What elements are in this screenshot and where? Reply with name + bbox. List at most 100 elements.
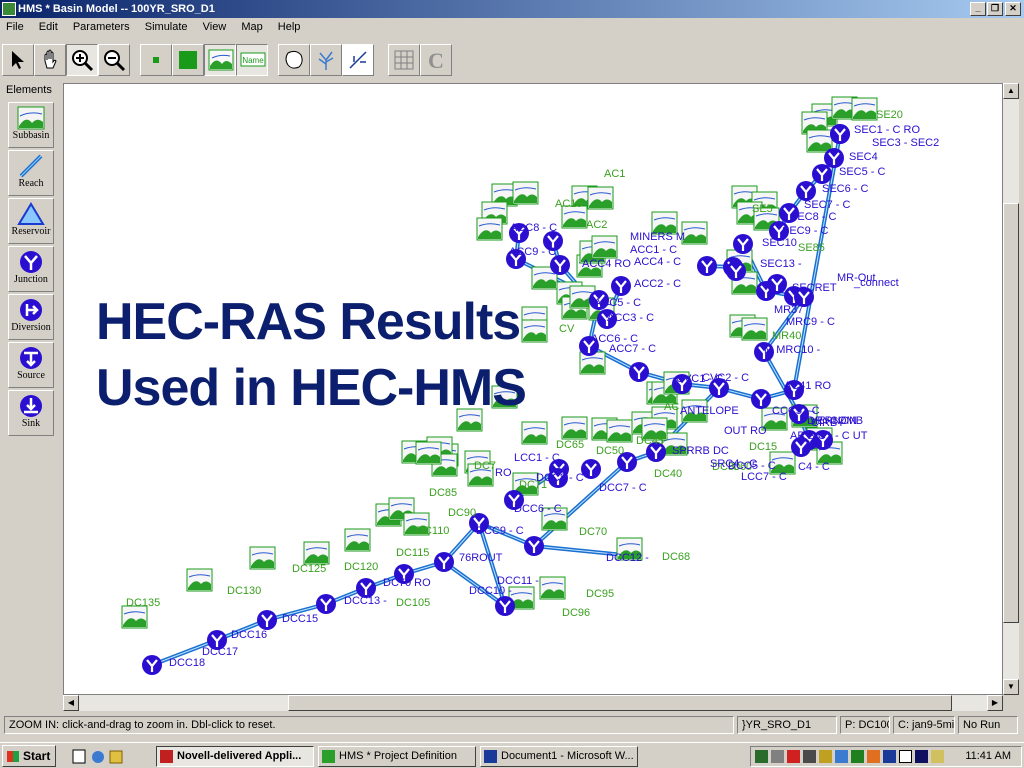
task-hms-project[interactable]: HMS * Project Definition: [318, 746, 476, 767]
tray-icon[interactable]: [755, 750, 768, 763]
subbasin-node[interactable]: [415, 441, 442, 465]
junction-node[interactable]: [316, 594, 336, 614]
subbasin-node[interactable]: [851, 97, 878, 121]
novell-n-icon[interactable]: [787, 750, 800, 763]
palette-junction-button[interactable]: Junction: [8, 246, 54, 292]
junction-node[interactable]: [812, 164, 832, 184]
small-icons-button[interactable]: [140, 44, 172, 76]
subbasin-node[interactable]: [741, 317, 768, 341]
junction-node[interactable]: [697, 256, 717, 276]
junction-node[interactable]: [767, 274, 787, 294]
menu-view[interactable]: View: [203, 21, 227, 33]
subbasin-node[interactable]: [476, 217, 503, 241]
junction-node[interactable]: [581, 459, 601, 479]
junction-node[interactable]: [524, 536, 544, 556]
palette-reservoir-button[interactable]: Reservoir: [8, 198, 54, 244]
vertical-scroll-thumb[interactable]: [1003, 203, 1019, 623]
tray-icon[interactable]: [803, 750, 816, 763]
c-button[interactable]: C: [420, 44, 452, 76]
tray-icon[interactable]: [851, 750, 864, 763]
horizontal-scroll-thumb[interactable]: [288, 695, 952, 711]
task-novell[interactable]: Novell-delivered Appli...: [156, 746, 314, 767]
outline-button[interactable]: [278, 44, 310, 76]
tray-icon[interactable]: [867, 750, 880, 763]
palette-reach-button[interactable]: Reach: [8, 150, 54, 196]
tray-icon[interactable]: [819, 750, 832, 763]
scroll-right-button[interactable]: ▶: [987, 695, 1003, 711]
subbasin-node[interactable]: [303, 541, 330, 565]
scroll-up-button[interactable]: ▲: [1003, 83, 1019, 99]
junction-node[interactable]: [629, 362, 649, 382]
subbasin-node[interactable]: [561, 416, 588, 440]
palette-diversion-button[interactable]: Diversion: [8, 294, 54, 340]
tray-icon[interactable]: [915, 750, 928, 763]
palette-label: Reach: [18, 178, 44, 189]
desktop-icon[interactable]: [72, 749, 86, 764]
tray-icon[interactable]: [835, 750, 848, 763]
select-tool-button[interactable]: [2, 44, 34, 76]
task-word[interactable]: Document1 - Microsoft W...: [480, 746, 638, 767]
junction-node[interactable]: [726, 261, 746, 281]
speaker-icon[interactable]: [771, 750, 784, 763]
junction-node[interactable]: [796, 181, 816, 201]
subbasin-node[interactable]: [606, 419, 633, 443]
title-bar: HMS * Basin Model -- 100YR_SRO_D1 _ ❐ ✕: [0, 0, 1024, 18]
start-button[interactable]: Start: [2, 745, 56, 767]
tray-icon[interactable]: [899, 750, 912, 763]
large-icons-button[interactable]: [172, 44, 204, 76]
horizontal-scrollbar[interactable]: ◀ ▶: [63, 695, 1003, 711]
zoom-out-button[interactable]: [98, 44, 130, 76]
subbasin-node[interactable]: [587, 186, 614, 210]
junction-node[interactable]: [142, 655, 162, 675]
scroll-down-button[interactable]: ▼: [1003, 679, 1019, 695]
grid-button[interactable]: [388, 44, 420, 76]
zoom-in-button[interactable]: [66, 44, 98, 76]
show-names-button[interactable]: Name: [236, 44, 268, 76]
subbasin-node[interactable]: [186, 568, 213, 592]
junction-node[interactable]: [733, 234, 753, 254]
explorer-icon[interactable]: [109, 750, 123, 764]
show-images-button[interactable]: [204, 44, 236, 76]
junction-node[interactable]: [550, 255, 570, 275]
subbasin-node[interactable]: [344, 528, 371, 552]
menu-file[interactable]: File: [6, 21, 24, 33]
subbasin-node[interactable]: [591, 235, 618, 259]
tray-icon[interactable]: [883, 750, 896, 763]
restore-button[interactable]: ❐: [987, 2, 1003, 16]
junction-node[interactable]: [824, 148, 844, 168]
junction-node[interactable]: [495, 596, 515, 616]
minimize-button[interactable]: _: [970, 2, 986, 16]
junction-label: SEC7 - C: [804, 199, 851, 211]
close-button[interactable]: ✕: [1005, 2, 1021, 16]
subbasin-node[interactable]: [121, 605, 148, 629]
palette-sink-button[interactable]: Sink: [8, 390, 54, 436]
scroll-left-button[interactable]: ◀: [63, 695, 79, 711]
subbasin-node[interactable]: [539, 576, 566, 600]
junction-node[interactable]: [257, 610, 277, 630]
subbasin-node[interactable]: [249, 546, 276, 570]
menu-map[interactable]: Map: [241, 21, 262, 33]
subbasin-node[interactable]: [512, 181, 539, 205]
subbasin-node[interactable]: [521, 421, 548, 445]
reach-icon: [19, 154, 43, 178]
menu-simulate[interactable]: Simulate: [145, 21, 188, 33]
subbasin-node[interactable]: [681, 221, 708, 245]
subbasin-label: AC: [664, 401, 679, 413]
reach-arrows-button[interactable]: [342, 44, 374, 76]
menu-help[interactable]: Help: [278, 21, 301, 33]
junction-node[interactable]: [434, 552, 454, 572]
ie-icon[interactable]: [92, 751, 104, 763]
basin-map-canvas[interactable]: AC1 AC15 AC2 SE20 SE5 SE85 CV MR40 AC DC65 DC50 DC4…: [63, 83, 1003, 695]
subbasin-node[interactable]: [806, 129, 833, 153]
river-network-button[interactable]: [310, 44, 342, 76]
palette-subbasin-button[interactable]: Subbasin: [8, 102, 54, 148]
tray-icon[interactable]: [931, 750, 944, 763]
menu-edit[interactable]: Edit: [39, 21, 58, 33]
junction-node[interactable]: [830, 124, 850, 144]
vertical-scrollbar[interactable]: ▲ ▼: [1003, 83, 1019, 695]
junction-node[interactable]: [611, 276, 631, 296]
pan-tool-button[interactable]: [34, 44, 66, 76]
menu-parameters[interactable]: Parameters: [73, 21, 130, 33]
palette-source-button[interactable]: Source: [8, 342, 54, 388]
junction-node[interactable]: [751, 389, 771, 409]
